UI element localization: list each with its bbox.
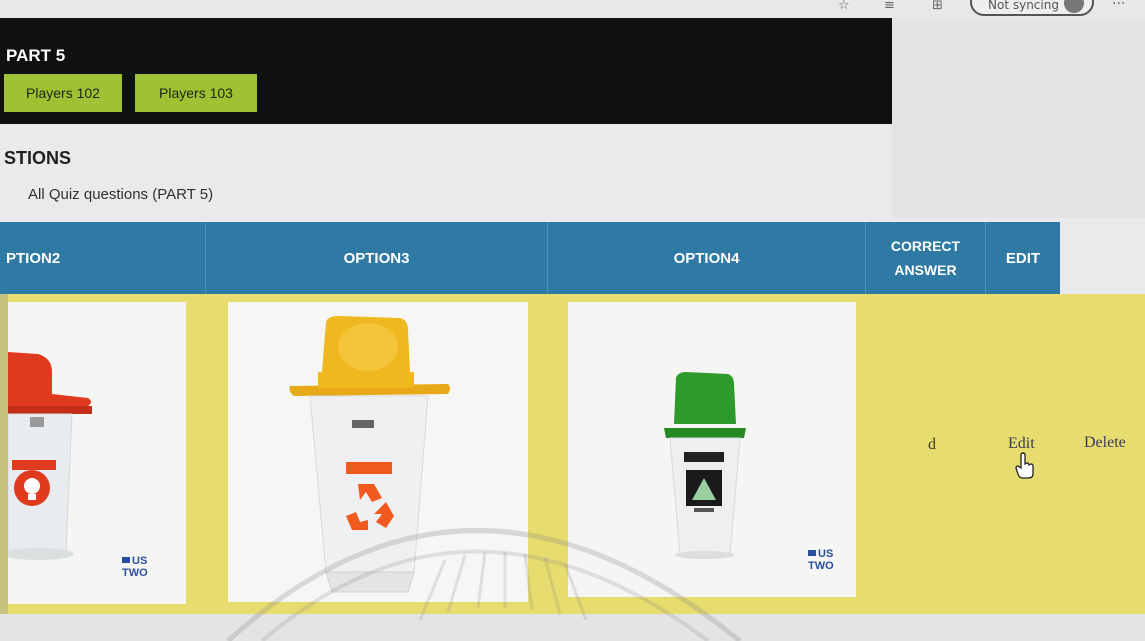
logo-text-bottom: TWO [122, 567, 148, 579]
column-header-option3: OPTION3 [206, 222, 548, 294]
column-header-option2: PTION2 [0, 222, 206, 294]
logo-text-bottom: TWO [808, 560, 834, 572]
logo-text-top: US [818, 548, 833, 560]
part-title: PART 5 [6, 46, 66, 65]
column-header-correct-answer: CORRECT ANSWER [866, 222, 986, 294]
logo-text-top: US [132, 555, 147, 567]
players-103-button[interactable]: Players 103 [135, 74, 257, 112]
hand-cursor-icon [1015, 452, 1034, 479]
favorites-icon[interactable]: ☆ [838, 0, 850, 12]
sync-status-button[interactable]: Not syncing [970, 0, 1094, 16]
players-102-button[interactable]: Players 102 [4, 74, 122, 112]
edit-link[interactable]: Edit [1008, 435, 1035, 453]
table-header: PTION2 OPTION3 OPTION4 CORRECT ANSWER ED… [0, 222, 1060, 294]
column-header-edit: EDIT [1005, 249, 1041, 267]
section-subtitle: All Quiz questions (PART 5) [28, 186, 214, 203]
profile-icon [1064, 0, 1084, 13]
sync-status-label: Not syncing [988, 0, 1059, 12]
delete-link[interactable]: Delete [1084, 434, 1126, 452]
part-header: PART 5 Players 102 Players 103 [0, 18, 892, 124]
option2-image: US TWO [8, 302, 186, 604]
option3-image [228, 302, 528, 602]
column-header-option4: OPTION4 [548, 222, 866, 294]
reading-list-icon[interactable]: ≡ [884, 0, 895, 12]
row-edge [0, 294, 8, 614]
option4-image: US TWO [568, 302, 856, 597]
section-title: STIONS [4, 148, 72, 168]
collections-icon[interactable]: ⊞ [932, 0, 943, 12]
more-icon[interactable]: ··· [1112, 0, 1125, 12]
correct-answer-value: d [928, 436, 936, 453]
page-bottom [0, 614, 1145, 641]
browser-toolbar: ☆ ≡ ⊞ Not syncing ··· [0, 0, 1145, 18]
right-panel [892, 18, 1145, 218]
